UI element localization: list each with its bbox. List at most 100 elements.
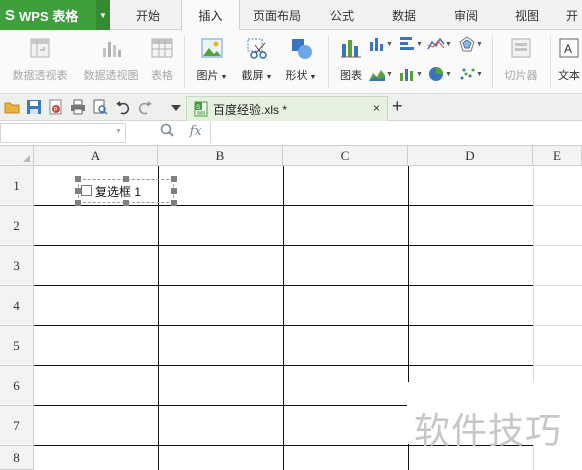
resize-handle[interactable] (75, 176, 81, 182)
watermark-text: 软件技巧 (414, 411, 563, 452)
export-pdf-icon[interactable]: P (48, 99, 64, 115)
row-header-6[interactable]: 6 (0, 366, 34, 406)
save-icon[interactable] (26, 99, 42, 115)
app-menu-button[interactable]: S WPS 表格 (0, 0, 96, 30)
print-icon[interactable] (70, 99, 86, 115)
svg-text:A: A (564, 42, 572, 56)
scatter-chart-button[interactable]: ▼ (458, 64, 483, 84)
resize-handle[interactable] (171, 200, 177, 206)
cell-border (158, 166, 159, 470)
shapes-button[interactable]: 形状 ▼ (280, 30, 322, 94)
document-tab[interactable]: S 百度经验.xls * × (186, 96, 388, 121)
tab-view[interactable]: 视图 (504, 0, 550, 30)
name-box[interactable]: ▼ (0, 123, 126, 143)
resize-handle[interactable] (123, 200, 129, 206)
line-chart-button[interactable]: ▼ (427, 34, 452, 54)
cell-border (34, 365, 533, 366)
radar-chart-icon (459, 36, 475, 52)
area-chart-icon (369, 70, 385, 81)
tab-home[interactable]: 开始 (126, 0, 170, 30)
select-all-corner[interactable] (0, 146, 34, 166)
chart-button[interactable]: 图表 (334, 30, 368, 94)
pivot-table-button[interactable]: 数据透视表 (6, 30, 74, 94)
redo-icon[interactable] (137, 99, 153, 115)
insert-function-icon[interactable]: fx (190, 124, 202, 139)
row-header-7[interactable]: 7 (0, 406, 34, 446)
picture-button[interactable]: 图片 ▼ (190, 30, 234, 94)
print-preview-icon[interactable] (92, 99, 108, 115)
resize-handle[interactable] (123, 176, 129, 182)
column-header-a[interactable]: A (34, 146, 158, 166)
tab-insert[interactable]: 插入 (181, 0, 240, 31)
column-header-c[interactable]: C (283, 146, 408, 166)
pivot-chart-icon (99, 36, 123, 60)
pie-chart-button[interactable]: ▼ (427, 64, 452, 84)
row-header-2[interactable]: 2 (0, 206, 34, 246)
ribbon-insert: 数据透视表 数据透视图 表格 图片 ▼ 截屏 ▼ 形状 ▼ 图表 ▼ ▼ ▼ ▼… (0, 30, 582, 94)
pivot-chart-button[interactable]: 数据透视图 (78, 30, 144, 94)
shapes-icon (289, 36, 313, 60)
ribbon-separator (550, 36, 551, 88)
checkbox-control[interactable] (81, 185, 92, 196)
ribbon-separator (184, 36, 185, 88)
grid-line (533, 285, 582, 286)
bar-chart-icon (400, 37, 414, 50)
column-header-d[interactable]: D (408, 146, 533, 166)
app-menu-dropdown-icon[interactable]: ▼ (96, 0, 110, 30)
chart-icon (339, 36, 363, 60)
pivot-chart-label: 数据透视图 (83, 70, 139, 82)
chart-label: 图表 (340, 70, 362, 82)
stock-chart-button[interactable]: ▼ (398, 64, 423, 84)
open-folder-icon[interactable] (4, 99, 20, 115)
pivot-table-icon (28, 36, 52, 60)
ribbon-separator (328, 36, 329, 88)
tab-review[interactable]: 审阅 (444, 0, 488, 30)
tab-data[interactable]: 数据 (380, 0, 428, 30)
app-name: WPS 表格 (19, 8, 79, 24)
undo-icon[interactable] (115, 99, 131, 115)
resize-handle[interactable] (171, 176, 177, 182)
column-header-b[interactable]: B (158, 146, 283, 166)
svg-text:S: S (196, 105, 200, 111)
name-box-dropdown-icon[interactable]: ▼ (115, 128, 122, 135)
zoom-search-icon[interactable] (160, 123, 174, 137)
table-button[interactable]: 表格 (146, 30, 178, 94)
formula-input[interactable] (210, 123, 582, 143)
row-header-5[interactable]: 5 (0, 326, 34, 366)
textbox-button[interactable]: A 文本 (556, 30, 582, 94)
slicer-label: 切片器 (504, 70, 538, 82)
resize-handle[interactable] (75, 200, 81, 206)
column-chart-button[interactable]: ▼ (368, 34, 393, 54)
customize-dropdown-icon[interactable] (168, 99, 184, 115)
checkbox-label[interactable]: 复选框 1 (95, 183, 141, 200)
textbox-label: 文本 (558, 70, 580, 82)
grid-line (533, 325, 582, 326)
close-tab-icon[interactable]: × (373, 101, 380, 115)
svg-text:P: P (54, 108, 58, 114)
stock-chart-icon (400, 69, 413, 81)
bar-chart-button[interactable]: ▼ (398, 34, 423, 54)
column-header-e[interactable]: E (533, 146, 582, 166)
pivot-table-label: 数据透视表 (12, 70, 68, 82)
tab-formulas[interactable]: 公式 (320, 0, 364, 30)
row-header-8[interactable]: 8 (0, 446, 34, 470)
table-label: 表格 (151, 70, 173, 82)
document-title: 百度经验.xls * (213, 102, 288, 117)
row-header-4[interactable]: 4 (0, 286, 34, 326)
tab-developer[interactable]: 开 (562, 0, 582, 30)
radar-chart-button[interactable]: ▼ (458, 34, 483, 54)
xls-file-icon: S (194, 101, 208, 117)
quick-access-toolbar: P S 百度经验.xls * × + (0, 94, 582, 121)
cell-border (34, 285, 533, 286)
row-header-3[interactable]: 3 (0, 246, 34, 286)
area-chart-button[interactable]: ▼ (368, 64, 393, 84)
row-header-1[interactable]: 1 (0, 166, 34, 206)
resize-handle[interactable] (171, 188, 177, 194)
table-icon (150, 36, 174, 60)
slicer-button[interactable]: 切片器 (498, 30, 544, 94)
new-tab-icon[interactable]: + (392, 96, 403, 117)
textbox-icon: A (557, 36, 581, 60)
tab-page-layout[interactable]: 页面布局 (248, 0, 306, 30)
screenshot-button[interactable]: 截屏 ▼ (236, 30, 278, 94)
menu-bar: S WPS 表格 ▼ 开始 插入 页面布局 公式 数据 审阅 视图 开 (0, 0, 582, 31)
